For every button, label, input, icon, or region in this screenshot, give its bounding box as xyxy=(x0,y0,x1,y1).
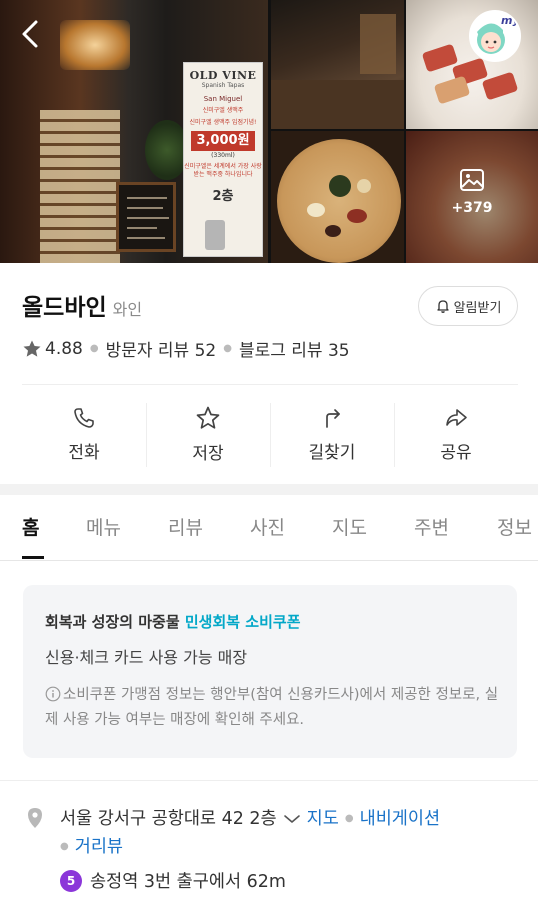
call-button[interactable]: 전화 xyxy=(22,401,146,467)
coupon-subtitle: 신용·체크 카드 사용 가능 매장 xyxy=(45,648,248,667)
image-icon xyxy=(460,169,484,191)
directions-icon xyxy=(326,408,340,428)
beer-tap xyxy=(205,220,225,250)
tab-info[interactable]: 정보 xyxy=(497,513,532,540)
interior-photo[interactable] xyxy=(271,0,404,129)
tab-map[interactable]: 지도 xyxy=(332,513,367,540)
visitor-reviews-link[interactable]: 방문자 리뷰 52 xyxy=(106,336,217,361)
more-photos-overlay[interactable]: +379 xyxy=(406,168,538,216)
address-text[interactable]: 서울 강서구 공항대로 42 2층 xyxy=(60,809,277,829)
place-stats: 4.88 ● 방문자 리뷰 52 ● 블로그 리뷰 35 xyxy=(22,336,350,361)
share-label: 공유 xyxy=(440,442,472,463)
banner-line-1: 신미구엘 생맥주 xyxy=(202,107,244,114)
directions-label: 길찾기 xyxy=(308,442,356,463)
rating-value: 4.88 xyxy=(45,338,83,359)
photo-gallery[interactable]: OLD VINE Spanish Tapas San Miguel 신미구엘 생… xyxy=(0,0,538,263)
banner-floor: 2층 xyxy=(212,189,234,204)
call-label: 전화 xyxy=(68,442,100,463)
header-divider xyxy=(22,384,518,385)
place-category: 와인 xyxy=(112,300,143,319)
coupon-headline-text: 회복과 성장의 마중물 xyxy=(45,613,185,631)
share-icon xyxy=(446,408,467,426)
tab-menu[interactable]: 메뉴 xyxy=(86,513,121,540)
blog-reviews-link[interactable]: 블로그 리뷰 35 xyxy=(239,336,350,361)
coupon-note: 소비쿠폰 가맹점 정보는 행안부(참여 신용카드사)에서 제공한 정보로, 실제… xyxy=(45,683,505,733)
active-tab-indicator xyxy=(22,556,44,559)
map-link[interactable]: 지도 xyxy=(307,809,339,829)
coupon-note-text: 소비쿠폰 가맹점 정보는 행안부(참여 신용카드사)에서 제공한 정보로, 실제… xyxy=(45,687,499,728)
star-rating-icon xyxy=(23,340,41,357)
banner-brand: San Miguel xyxy=(203,95,243,103)
location-pin-icon xyxy=(24,806,46,834)
banner-price: 3,000원 xyxy=(191,131,255,151)
place-name: 올드바인 xyxy=(22,295,107,321)
street-view-link[interactable]: 거리뷰 xyxy=(75,837,123,857)
avatar-icon: my xyxy=(471,12,519,60)
save-label: 저장 xyxy=(192,443,224,464)
place-title-row: 올드바인 와인 xyxy=(22,288,142,322)
profile-avatar-button[interactable]: my xyxy=(469,10,521,62)
banner-line-2: 신미구엘 생맥주 입점기념! xyxy=(189,119,257,126)
address-block: 서울 강서구 공항대로 42 2층 지도 ● 내비게이션 ● 거리뷰 xyxy=(60,805,520,861)
tab-photos[interactable]: 사진 xyxy=(250,513,285,540)
lamp-decoration xyxy=(60,20,130,70)
tab-home[interactable]: 홈 xyxy=(22,513,39,540)
notify-button[interactable]: 알림받기 xyxy=(418,286,518,326)
navigation-link[interactable]: 내비게이션 xyxy=(360,809,441,829)
notify-label: 알림받기 xyxy=(453,300,502,316)
banner-volume: (330ml) xyxy=(211,152,235,159)
coupon-headline-accent[interactable]: 민생회복 소비쿠폰 xyxy=(185,613,301,631)
chevron-down-icon[interactable] xyxy=(283,813,301,825)
more-photos-count: +379 xyxy=(451,200,493,216)
star-icon xyxy=(196,406,220,429)
back-button[interactable] xyxy=(14,14,48,54)
tab-bar: 홈 메뉴 리뷰 사진 지도 주변 정보 xyxy=(0,495,538,561)
section-separator xyxy=(0,484,538,495)
save-button[interactable]: 저장 xyxy=(146,401,270,467)
tab-nearby[interactable]: 주변 xyxy=(414,513,449,540)
directions-button[interactable]: 길찾기 xyxy=(270,401,394,467)
subway-info: 5 송정역 3번 출구에서 62m xyxy=(60,868,286,893)
subway-text: 송정역 3번 출구에서 62m xyxy=(90,872,286,892)
platter-photo[interactable] xyxy=(271,131,404,263)
food-photo[interactable] xyxy=(406,0,538,129)
bell-icon xyxy=(436,300,449,313)
share-button[interactable]: 공유 xyxy=(394,401,518,467)
coupon-notice: 회복과 성장의 마중물 민생회복 소비쿠폰 신용·체크 카드 사용 가능 매장 … xyxy=(23,585,517,758)
separator-dot: ● xyxy=(60,841,69,852)
action-bar: 전화 저장 길찾기 공유 xyxy=(22,401,518,467)
banner-subtitle: Spanish Tapas xyxy=(201,82,245,89)
banner-promo: 신미구엘은 세계에서 가장 사랑받는 맥주중 하나입니다 xyxy=(184,163,262,178)
chevron-left-icon xyxy=(22,20,38,48)
separator-dot: ● xyxy=(223,343,232,354)
coupon-headline: 회복과 성장의 마중물 민생회복 소비쿠폰 xyxy=(45,611,301,632)
banner-title: OLD VINE xyxy=(189,69,257,82)
subway-line-badge: 5 xyxy=(60,869,82,892)
coupon-divider xyxy=(0,780,538,781)
menu-board xyxy=(116,182,176,252)
tab-reviews[interactable]: 리뷰 xyxy=(168,513,203,540)
separator-dot: ● xyxy=(344,813,354,824)
separator-dot: ● xyxy=(89,343,99,354)
info-icon xyxy=(45,686,61,702)
phone-icon xyxy=(74,407,94,428)
stairs-decoration xyxy=(40,110,120,263)
